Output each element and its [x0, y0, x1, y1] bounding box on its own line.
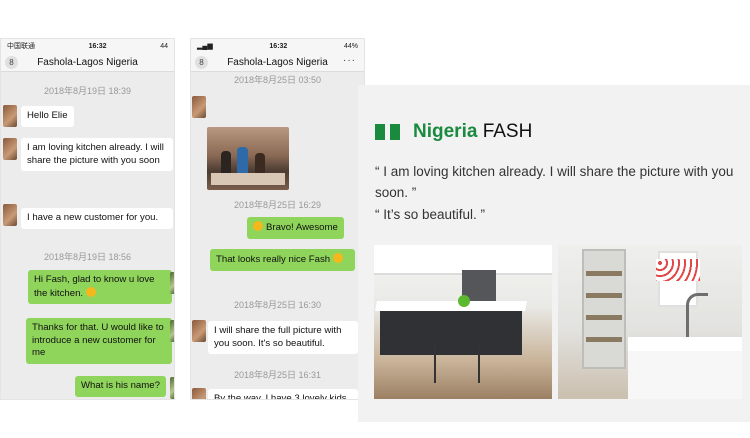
battery-label: 44 [160, 42, 168, 50]
testimonial-card: Nigeria FASH “ I am loving kitchen alrea… [358, 85, 750, 422]
clap-emoji-icon [253, 221, 263, 231]
message-bubble: Bravo! Awesome [247, 217, 344, 239]
my-avatar[interactable] [170, 272, 174, 294]
message-bubble: That looks really nice Fash [210, 249, 355, 271]
message-bubble: By the way, I have 3 lovely kids [208, 389, 358, 399]
status-bar: 中国联通 16:32 44 [1, 39, 174, 53]
timestamp: 2018年8月25日 03:50 [233, 75, 322, 85]
kitchen-photo-island [374, 245, 552, 399]
carrier-label: 中国联通 [7, 43, 35, 50]
clock: 16:32 [269, 42, 288, 50]
my-avatar[interactable] [170, 320, 174, 342]
chat-screenshot-left: 中国联通 16:32 44 8 Fashola-Lagos Nigeria 20… [0, 38, 175, 400]
chat-title: Fashola-Lagos Nigeria [227, 56, 328, 68]
kitchen-photo-pantry [558, 245, 742, 399]
timestamp: 2018年8月19日 18:56 [43, 252, 132, 262]
country-name: Nigeria [413, 121, 478, 142]
contact-avatar[interactable] [192, 320, 206, 342]
customer-name: FASH [477, 121, 533, 142]
contact-avatar[interactable] [3, 204, 17, 226]
chat-header: 8 Fashola-Lagos Nigeria ··· [191, 53, 364, 72]
message-bubble: I am loving kitchen already. I will shar… [21, 138, 173, 171]
back-badge[interactable]: 8 [195, 56, 208, 69]
nigeria-flag-icon [375, 124, 405, 140]
card-heading: Nigeria FASH [375, 121, 532, 143]
message-bubble: I will share the full picture with you s… [208, 321, 358, 354]
timestamp: 2018年8月19日 18:39 [43, 86, 132, 96]
quote-text: “ It’s so beautiful. ” [375, 207, 486, 222]
back-badge[interactable]: 8 [5, 56, 18, 69]
timestamp: 2018年8月25日 16:29 [233, 200, 322, 210]
signal-icon: ▂▄▆ [197, 43, 213, 50]
chat-title: Fashola-Lagos Nigeria [37, 56, 138, 68]
timestamp: 2018年8月25日 16:31 [233, 370, 322, 380]
card-title: Nigeria FASH [413, 121, 532, 143]
smile-emoji-icon [85, 286, 96, 297]
smile-emoji-icon [332, 253, 343, 263]
message-bubble: I have a new customer for you. [21, 208, 173, 229]
chat-header: 8 Fashola-Lagos Nigeria [1, 53, 174, 72]
message-text: That looks really nice Fash [216, 254, 333, 265]
clock: 16:32 [88, 42, 107, 50]
shared-photo[interactable] [207, 127, 289, 190]
more-menu-icon[interactable]: ··· [343, 55, 356, 66]
contact-avatar[interactable] [192, 96, 206, 118]
timestamp: 2018年8月25日 16:30 [233, 300, 322, 310]
status-bar: ▂▄▆ 16:32 44% [191, 39, 364, 53]
battery-label: 44% [343, 42, 358, 50]
contact-avatar[interactable] [3, 138, 17, 160]
message-bubble: Hello Elie [21, 106, 74, 127]
message-text: Bravo! Awesome [266, 222, 338, 233]
message-bubble: What is his name? [75, 376, 166, 397]
contact-avatar[interactable] [3, 105, 17, 127]
message-bubble: Thanks for that. U would like to introdu… [26, 318, 172, 364]
contact-avatar[interactable] [192, 388, 206, 399]
quote-text: “ I am loving kitchen already. I will sh… [375, 164, 734, 200]
chat-screenshot-right: ▂▄▆ 16:32 44% 8 Fashola-Lagos Nigeria ··… [190, 38, 365, 400]
my-avatar[interactable] [170, 377, 174, 399]
message-bubble: Hi Fash, glad to know u love the kitchen… [28, 270, 172, 304]
